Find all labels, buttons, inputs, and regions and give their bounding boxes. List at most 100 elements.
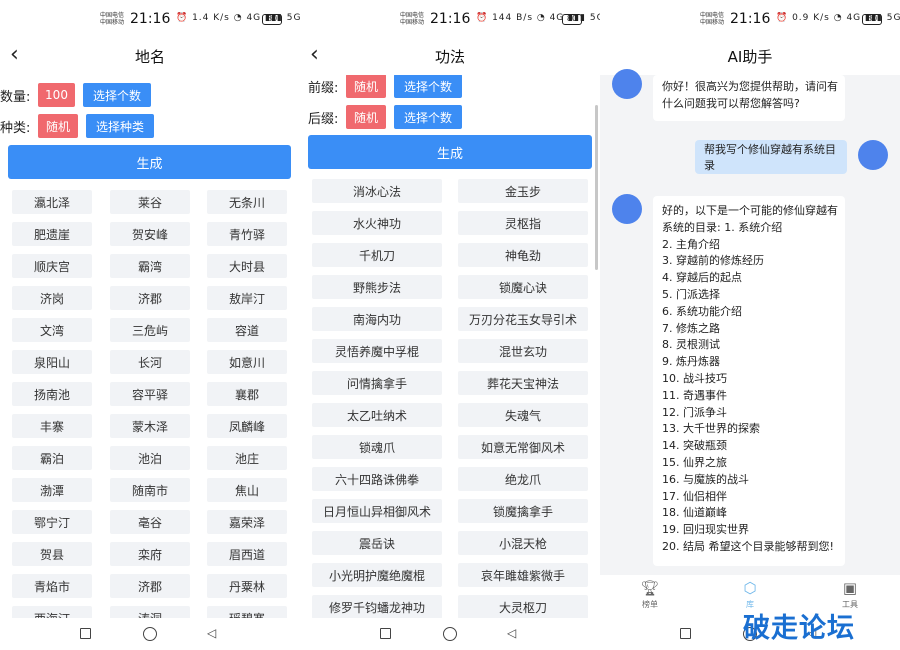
place-name-item[interactable]: 霸泊 bbox=[12, 446, 92, 470]
scrollbar[interactable] bbox=[595, 105, 598, 270]
suffix-choose-button[interactable]: 选择个数 bbox=[394, 105, 462, 129]
place-name-item[interactable]: 随南市 bbox=[110, 478, 190, 502]
user-message-bubble: 帮我写个修仙穿越有系统目录 bbox=[695, 140, 847, 174]
technique-item[interactable]: 葬花天宝神法 bbox=[458, 371, 588, 395]
recents-icon[interactable] bbox=[680, 628, 691, 639]
place-name-item[interactable]: 青焰市 bbox=[12, 574, 92, 598]
technique-item[interactable]: 水火神功 bbox=[312, 211, 442, 235]
technique-item[interactable]: 灵枢指 bbox=[458, 211, 588, 235]
prefix-random-button[interactable]: 随机 bbox=[346, 75, 386, 98]
place-name-item[interactable]: 容平驿 bbox=[110, 382, 190, 406]
place-name-item[interactable]: 贺安峰 bbox=[110, 222, 190, 246]
system-nav-bar: ◁ bbox=[0, 618, 300, 650]
technique-item[interactable]: 混世玄功 bbox=[458, 339, 588, 363]
place-name-item[interactable]: 青竹驿 bbox=[207, 222, 287, 246]
back-nav-icon[interactable]: ◁ bbox=[207, 626, 216, 640]
suffix-random-button[interactable]: 随机 bbox=[346, 105, 386, 129]
place-name-item[interactable]: 眉西道 bbox=[207, 542, 287, 566]
place-name-item[interactable]: 鄂宁汀 bbox=[12, 510, 92, 534]
place-name-item[interactable]: 蒙木泽 bbox=[110, 414, 190, 438]
toolbox-icon: ▣ bbox=[842, 579, 858, 597]
recents-icon[interactable] bbox=[80, 628, 91, 639]
place-name-item[interactable]: 西海汀 bbox=[12, 606, 92, 618]
place-name-item[interactable]: 霸湾 bbox=[110, 254, 190, 278]
technique-item[interactable]: 如意无常御风术 bbox=[458, 435, 588, 459]
technique-item[interactable]: 绝龙爪 bbox=[458, 467, 588, 491]
technique-item[interactable]: 锁魔心诀 bbox=[458, 275, 588, 299]
place-name-item[interactable]: 三危屿 bbox=[110, 318, 190, 342]
technique-item[interactable]: 野熊步法 bbox=[312, 275, 442, 299]
place-name-item[interactable]: 丹粟林 bbox=[207, 574, 287, 598]
home-icon[interactable] bbox=[143, 627, 157, 641]
type-random-button[interactable]: 随机 bbox=[38, 114, 78, 138]
place-name-item[interactable]: 凤麟峰 bbox=[207, 414, 287, 438]
place-name-item[interactable]: 莱谷 bbox=[110, 190, 190, 214]
count-value-button[interactable]: 100 bbox=[38, 83, 75, 107]
place-name-item[interactable]: 文湾 bbox=[12, 318, 92, 342]
place-name-item[interactable]: 济郡 bbox=[110, 286, 190, 310]
place-name-item[interactable]: 襄郡 bbox=[207, 382, 287, 406]
technique-item[interactable]: 锁魔擒拿手 bbox=[458, 499, 588, 523]
place-name-item[interactable]: 敖岸汀 bbox=[207, 286, 287, 310]
technique-item[interactable]: 大灵枢刀 bbox=[458, 595, 588, 618]
place-name-screen: 中国电信中国移动 21:16 ⏰ 1.4 K/s ◔ 4G ▮▮▮ 5G ▮▮ … bbox=[0, 0, 300, 650]
place-name-item[interactable]: 贺县 bbox=[12, 542, 92, 566]
prefix-choose-button[interactable]: 选择个数 bbox=[394, 75, 462, 98]
place-name-item[interactable]: 焦山 bbox=[207, 478, 287, 502]
place-name-item[interactable]: 瀛北泽 bbox=[12, 190, 92, 214]
technique-item[interactable]: 哀年雎雄紫微手 bbox=[458, 563, 588, 587]
technique-item[interactable]: 六十四路诛佛拳 bbox=[312, 467, 442, 491]
technique-item[interactable]: 灵悟养魔中孚棍 bbox=[312, 339, 442, 363]
place-name-item[interactable]: 大时县 bbox=[207, 254, 287, 278]
technique-item[interactable]: 南海内功 bbox=[312, 307, 442, 331]
place-name-item[interactable]: 丰寨 bbox=[12, 414, 92, 438]
recents-icon[interactable] bbox=[380, 628, 391, 639]
generate-button[interactable]: 生成 bbox=[8, 145, 291, 179]
home-icon[interactable] bbox=[443, 627, 457, 641]
technique-item[interactable]: 消冰心法 bbox=[312, 179, 442, 203]
technique-item[interactable]: 小混天枪 bbox=[458, 531, 588, 555]
technique-item[interactable]: 锁魂爪 bbox=[312, 435, 442, 459]
place-name-item[interactable]: 池泊 bbox=[110, 446, 190, 470]
place-name-item[interactable]: 扬南池 bbox=[12, 382, 92, 406]
place-name-item[interactable]: 嘉荣泽 bbox=[207, 510, 287, 534]
choose-count-button[interactable]: 选择个数 bbox=[83, 83, 151, 107]
assistant-avatar bbox=[612, 194, 642, 224]
technique-item[interactable]: 失魂气 bbox=[458, 403, 588, 427]
place-name-item[interactable]: 泉阳山 bbox=[12, 350, 92, 374]
technique-item[interactable]: 日月恒山异相御风术 bbox=[312, 499, 442, 523]
place-content: 数量: 100 选择个数 种类: 随机 选择种类 生成 瀛北泽 莱谷 无条川 肥遗崖贺… bbox=[0, 75, 300, 618]
place-name-item[interactable]: 渤潭 bbox=[12, 478, 92, 502]
type-row: 种类: 随机 选择种类 bbox=[0, 113, 154, 139]
greeting-line: 什么问题我可以帮您解答吗? bbox=[662, 97, 800, 110]
place-name-item[interactable]: 长河 bbox=[110, 350, 190, 374]
technique-item[interactable]: 神龟劲 bbox=[458, 243, 588, 267]
generate-button[interactable]: 生成 bbox=[308, 135, 592, 169]
technique-item[interactable]: 金玉步 bbox=[458, 179, 588, 203]
trophy-icon: 🏆︎ bbox=[640, 579, 660, 597]
carrier-2: 中国移动 bbox=[100, 19, 125, 26]
technique-item[interactable]: 修罗千钧蟠龙神功 bbox=[312, 595, 442, 618]
reply-line: 17. 仙侣相伴 bbox=[662, 489, 727, 503]
back-nav-icon[interactable]: ◁ bbox=[507, 626, 516, 640]
place-name-item[interactable]: 济岗 bbox=[12, 286, 92, 310]
place-name-item[interactable]: 池庄 bbox=[207, 446, 287, 470]
choose-type-button[interactable]: 选择种类 bbox=[86, 114, 154, 138]
place-name-item[interactable]: 亳谷 bbox=[110, 510, 190, 534]
place-name-item[interactable]: 肥遗崖 bbox=[12, 222, 92, 246]
place-name-item[interactable]: 瑶碧寨 bbox=[207, 606, 287, 618]
technique-item[interactable]: 小光明护魔绝魔棍 bbox=[312, 563, 442, 587]
place-name-item[interactable]: 顺庆宫 bbox=[12, 254, 92, 278]
place-name-item[interactable]: 无条川 bbox=[207, 190, 287, 214]
tab-ranking[interactable]: 🏆︎ 榜单 bbox=[620, 579, 680, 610]
technique-item[interactable]: 万刃分花玉女导引术 bbox=[458, 307, 588, 331]
place-name-item[interactable]: 涛洞 bbox=[110, 606, 190, 618]
technique-item[interactable]: 问情擒拿手 bbox=[312, 371, 442, 395]
technique-item[interactable]: 千机刀 bbox=[312, 243, 442, 267]
place-name-item[interactable]: 济郡 bbox=[110, 574, 190, 598]
technique-item[interactable]: 震岳诀 bbox=[312, 531, 442, 555]
technique-item[interactable]: 太乙吐纳术 bbox=[312, 403, 442, 427]
place-name-item[interactable]: 栾府 bbox=[110, 542, 190, 566]
place-name-item[interactable]: 容道 bbox=[207, 318, 287, 342]
place-name-item[interactable]: 如意川 bbox=[207, 350, 287, 374]
